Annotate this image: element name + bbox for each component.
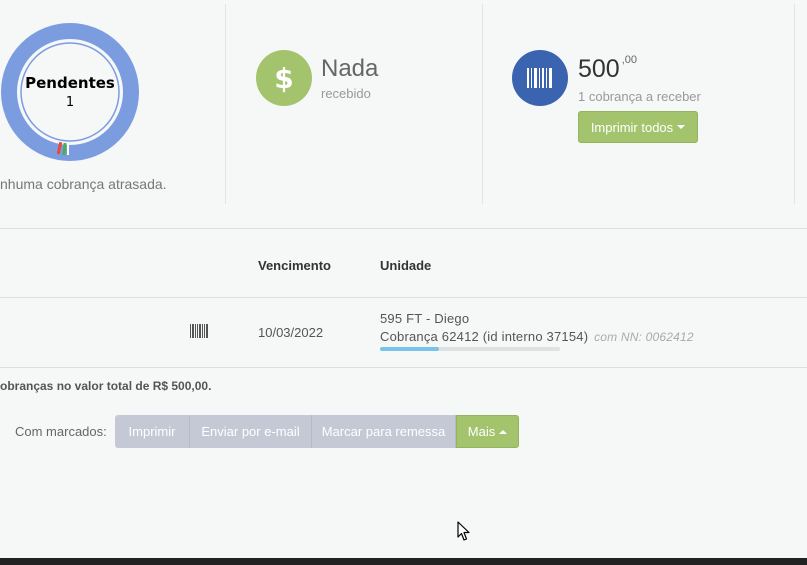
chevron-down-icon — [677, 125, 686, 129]
chevron-up-icon — [499, 429, 508, 434]
received-value: Nada — [321, 55, 379, 82]
unit-name[interactable]: 595 FT - Diego — [380, 311, 469, 326]
send-email-button[interactable]: Enviar por e-mail — [190, 415, 312, 448]
receivable-amount: 500 — [578, 55, 620, 83]
barcode-icon[interactable] — [190, 324, 208, 338]
dollar-icon: $ — [256, 50, 312, 106]
mouse-cursor-icon — [457, 521, 470, 541]
pending-title: Pendentes — [25, 74, 115, 92]
more-label: Mais — [467, 424, 496, 439]
totals-text: obranças no valor total de R$ 500,00. — [0, 379, 212, 393]
bottom-bar — [0, 558, 807, 565]
table-row[interactable]: 10/03/2022 595 FT - Diego Cobrança 62412… — [0, 298, 807, 366]
receivable-cents: ,00 — [621, 54, 638, 66]
due-date: 10/03/2022 — [258, 325, 324, 340]
barcode-glyph — [527, 68, 552, 88]
progress-fill — [380, 347, 440, 351]
summary-divider-1 — [225, 4, 226, 204]
table-top-border — [0, 228, 807, 229]
summary-divider-2 — [482, 4, 483, 204]
column-header-unidade[interactable]: Unidade — [380, 258, 431, 273]
received-label: recebido — [321, 86, 371, 101]
charge-id: Cobrança 62412 (id interno 37154) — [380, 329, 589, 344]
receivable-label: 1 cobrança a receber — [578, 89, 701, 104]
mark-remessa-button[interactable]: Marcar para remessa — [312, 415, 456, 448]
bulk-actions-label: Com marcados: — [15, 424, 107, 439]
table-bottom-border — [0, 367, 807, 368]
print-button[interactable]: Imprimir — [115, 415, 190, 448]
barcode-icon — [512, 50, 568, 106]
progress-track — [380, 347, 560, 351]
donut-inner-ring — [20, 42, 120, 142]
pending-donut-chart — [1, 23, 139, 161]
pending-count: 1 — [65, 95, 75, 110]
column-header-vencimento[interactable]: Vencimento — [258, 258, 331, 273]
print-all-label: Imprimir todos — [590, 119, 674, 135]
pending-status-text: nhuma cobrança atrasada. — [0, 176, 167, 192]
summary-divider-3 — [794, 4, 795, 204]
print-all-button[interactable]: Imprimir todos — [578, 111, 698, 143]
receivable-value: 500,00 — [578, 54, 638, 84]
charge-details[interactable]: Cobrança 62412 (id interno 37154) com NN… — [380, 329, 694, 344]
donut-ring — [1, 23, 139, 161]
charge-nn: com NN: 0062412 — [594, 330, 694, 344]
donut-marker-white — [67, 143, 69, 155]
more-button[interactable]: Mais — [456, 415, 519, 448]
